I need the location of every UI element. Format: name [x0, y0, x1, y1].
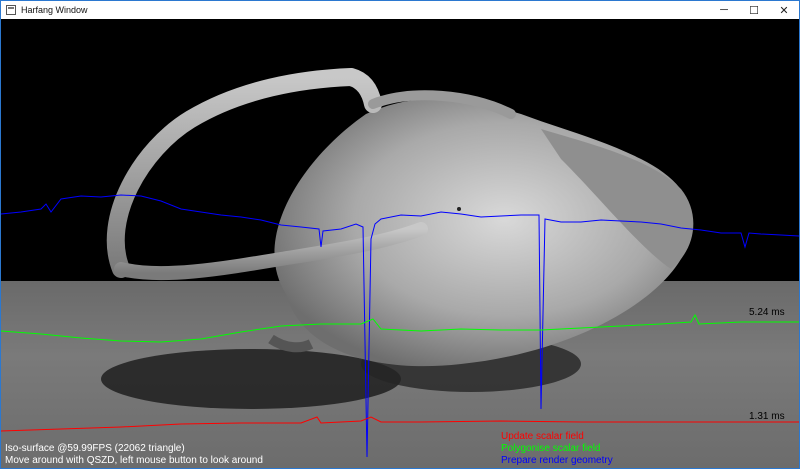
window-controls: ─ ☐ ✕ [709, 1, 799, 19]
iso-surface-lip [268, 334, 314, 353]
iso-surface-body [274, 98, 693, 367]
hud-help-line: Move around with QSZD, left mouse button… [5, 455, 263, 466]
timing-prepare-render-geometry-text: 6.47 ms [749, 216, 785, 227]
timing-update-scalar-field-text: 1.31 ms [749, 411, 785, 422]
camera-target-dot [457, 207, 461, 211]
profiler-graph-update-scalar-field [1, 416, 799, 432]
window-title: Harfang Window [21, 5, 88, 15]
title-bar[interactable]: Harfang Window ─ ☐ ✕ [1, 1, 799, 19]
hud-status: Iso-surface @59.99FPS (22062 triangle) M… [5, 443, 263, 467]
scene-svg [1, 67, 799, 458]
close-button[interactable]: ✕ [769, 1, 799, 19]
profiler-legend: Update scalar field Polygonise scalar fi… [501, 431, 613, 467]
timing-polygonise-scalar-field-text: 5.24 ms [749, 307, 785, 318]
timing-prepare-render-geometry: 6.47 ms [749, 216, 785, 227]
minimize-button[interactable]: ─ [709, 1, 739, 19]
hud-status-line: Iso-surface @59.99FPS (22062 triangle) [5, 443, 185, 454]
maximize-button[interactable]: ☐ [739, 1, 769, 19]
legend-polygonise-scalar-field: Polygonise scalar field [501, 443, 601, 454]
legend-prepare-render-geometry: Prepare render geometry [501, 455, 613, 466]
timing-polygonise-scalar-field: 5.24 ms [749, 307, 785, 318]
legend-update-scalar-field: Update scalar field [501, 431, 584, 442]
render-viewport[interactable]: 6.47 ms 5.24 ms 1.31 ms Iso-surface @59.… [1, 19, 799, 468]
timing-update-scalar-field: 1.31 ms [749, 411, 785, 422]
object-shadow [101, 349, 401, 409]
app-window-icon [6, 5, 16, 15]
app-window: Harfang Window ─ ☐ ✕ 6.47 ms 5.24 ms 1.3… [0, 0, 800, 469]
